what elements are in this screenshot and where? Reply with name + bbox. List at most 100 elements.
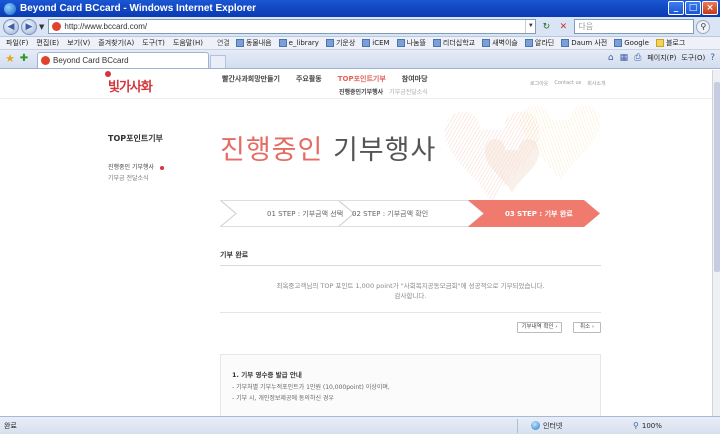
gnb-item[interactable]: 빨간사과희망만들기	[222, 74, 280, 84]
search-input[interactable]: 다음	[574, 19, 695, 34]
subnav-current[interactable]: 진행중인기부행사	[339, 87, 383, 96]
scrollbar-thumb[interactable]	[714, 82, 720, 272]
favorites-link[interactable]: 동물내음	[235, 38, 272, 48]
receipt-title: 1. 기부 영수증 발급 안내	[232, 371, 302, 379]
favorites-link-label: 블로그	[665, 39, 686, 47]
page-menu[interactable]: 페이지(P)	[647, 53, 676, 63]
favorites-link[interactable]: 블로그	[655, 38, 686, 48]
stop-icon[interactable]: ✕	[556, 20, 570, 34]
favorites-star-icon[interactable]: ★	[3, 52, 17, 66]
search-icon[interactable]: ⚲	[696, 19, 711, 34]
favorites-link[interactable]: 나눔뜰	[396, 38, 426, 48]
lnb-item-news[interactable]: 기부금 전달소식	[108, 173, 149, 182]
favorites-link-label: 리더십학교	[442, 39, 476, 47]
lnb-item-ongoing[interactable]: 진행중인 기부행사	[108, 162, 165, 171]
forward-button[interactable]: ▶	[21, 18, 37, 35]
favorites-link-label: 새벽이슬	[492, 39, 518, 47]
links-label: 연결	[216, 39, 230, 47]
gnb-item[interactable]: 주요활동	[296, 74, 322, 84]
globe-icon	[531, 421, 540, 430]
favorites-link-label: Daum 사전	[571, 39, 608, 47]
sub-nav: 진행중인기부행사 기부금전달소식	[339, 87, 428, 96]
menu-item[interactable]: 편집(E)	[36, 38, 59, 48]
lnb-item-ongoing-label: 진행중인 기부행사	[108, 164, 155, 171]
security-zone[interactable]: 인터넷	[531, 421, 611, 431]
favorites-link[interactable]: 새벽이슬	[482, 38, 518, 48]
link-icon	[325, 39, 334, 47]
folder-icon	[655, 39, 664, 47]
home-icon[interactable]: ⌂	[608, 53, 614, 63]
receipt-line-2: - 기부 시, 개인정보제공에 동의하신 경우	[232, 395, 334, 402]
link-icon	[482, 39, 491, 47]
favorites-link[interactable]: e_library	[278, 39, 319, 47]
minimize-button[interactable]: _	[668, 1, 684, 15]
status-separator	[517, 418, 518, 433]
page-content: 빛가사화 빨간사과희망만들기 주요활동 TOP포인트기부 참여마당 진행중인기부행사 …	[0, 70, 712, 416]
favorites-link[interactable]: 기운상	[325, 38, 355, 48]
link-icon	[561, 39, 570, 47]
menu-bar: 파일(F) 편집(E) 보기(V) 즐겨찾기(A) 도구(T) 도움말(H) 연결 동물내음…	[0, 37, 720, 50]
url-text[interactable]: http://www.bccard.com/	[64, 22, 525, 31]
link-icon	[432, 39, 441, 47]
new-tab-button[interactable]	[210, 55, 226, 68]
menu-item[interactable]: 보기(V)	[67, 38, 90, 48]
menu-item[interactable]: 도움말(H)	[173, 38, 203, 48]
help-icon[interactable]: ?	[710, 53, 715, 63]
site-logo[interactable]: 빛가사화	[105, 71, 153, 95]
favorites-link[interactable]: Google	[614, 39, 649, 47]
link-icon	[524, 39, 533, 47]
content-divider	[220, 312, 601, 313]
maximize-button[interactable]: □	[685, 1, 701, 15]
gnb-item[interactable]: TOP포인트기부	[338, 74, 386, 84]
refresh-icon[interactable]: ↻	[539, 20, 553, 34]
status-text: 완료	[4, 421, 17, 430]
receipt-info-box: 1. 기부 영수증 발급 안내 - 기부처별 기부누적포인트가 1만원 (10,…	[220, 354, 601, 416]
global-nav: 빨간사과희망만들기 주요활동 TOP포인트기부 참여마당	[222, 74, 428, 84]
active-bullet-icon	[160, 165, 165, 170]
link-icon	[235, 39, 244, 47]
menu-item[interactable]: 즐겨찾기(A)	[98, 38, 134, 48]
receipt-line-1: - 기부처별 기부누적포인트가 1만원 (10,000point) 이상이며,	[232, 384, 390, 391]
favorites-link[interactable]: 알라딘	[524, 38, 554, 48]
step-indicator: 01 STEP : 기부금액 선택 02 STEP : 기부금액 확인 03 S…	[219, 199, 600, 228]
address-toolbar: ◀ ▶ ▼ http://www.bccard.com/ ▼ ↻ ✕ 다음 ⚲	[0, 17, 720, 37]
site-favicon-icon	[52, 22, 62, 31]
vertical-scrollbar[interactable]	[712, 70, 720, 416]
tab-bar: ★ ✚ Beyond Card BCcard ⌂ ▦ ⎙ 페이지(P) 도구(O…	[0, 50, 720, 69]
favorites-link[interactable]: Daum 사전	[561, 38, 607, 48]
zoom-level: 100%	[641, 421, 662, 430]
gnb-item[interactable]: 참여마당	[402, 74, 428, 84]
favorites-link[interactable]: iCEM	[362, 39, 390, 47]
favorites-link-label: Google	[624, 39, 649, 47]
add-favorite-icon[interactable]: ✚	[17, 52, 31, 66]
menu-item[interactable]: 파일(F)	[6, 38, 28, 48]
address-bar[interactable]: http://www.bccard.com/ ▼	[48, 19, 537, 34]
logo-text: 빛가사화	[108, 80, 153, 95]
section-divider	[220, 265, 601, 266]
step-3: 03 STEP : 기부 완료	[505, 210, 573, 218]
utility-link[interactable]: 로그아웃	[530, 80, 548, 87]
feed-icon[interactable]: ▦	[620, 53, 629, 63]
close-button[interactable]: ×	[702, 1, 718, 15]
utility-link[interactable]: Contact us	[554, 80, 581, 87]
command-bar: ⌂ ▦ ⎙ 페이지(P) 도구(O) ?	[608, 53, 716, 63]
print-icon[interactable]: ⎙	[634, 53, 641, 63]
url-dropdown-icon[interactable]: ▼	[525, 20, 535, 33]
apple-logo-icon	[105, 71, 111, 77]
section-title: 기부 완료	[220, 251, 249, 259]
zoom-icon: ⚲	[633, 421, 639, 430]
tab-favicon-icon	[41, 56, 50, 65]
history-dropdown-icon[interactable]: ▼	[39, 23, 44, 31]
lnb-title: TOP포인트기부	[108, 134, 163, 143]
utility-link[interactable]: 회사소개	[587, 80, 605, 87]
zoom-control[interactable]: ⚲ 100%	[633, 421, 662, 430]
title-bar: Beyond Card BCcard - Windows Internet Ex…	[0, 0, 720, 17]
tab-bccard[interactable]: Beyond Card BCcard	[37, 52, 209, 68]
back-button[interactable]: ◀	[3, 18, 19, 35]
view-history-button[interactable]: 기부내역 확인 ›	[517, 322, 562, 333]
cancel-button[interactable]: 취소 ›	[573, 322, 601, 333]
menu-item[interactable]: 도구(T)	[142, 38, 165, 48]
favorites-link[interactable]: 리더십학교	[432, 38, 476, 48]
tools-menu[interactable]: 도구(O)	[681, 53, 705, 63]
favorites-link-label: 나눔뜰	[406, 39, 426, 47]
